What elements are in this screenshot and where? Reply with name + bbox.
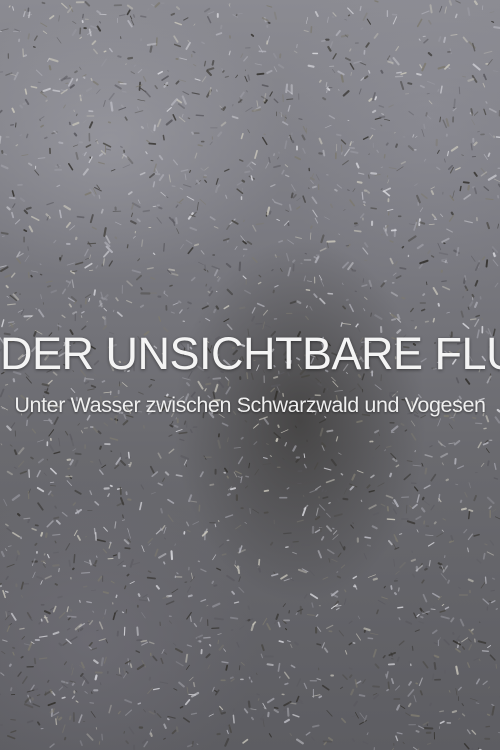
poster: DER UNSICHTBARE FLUSS Unter Wasser zwisc… (0, 0, 500, 750)
poster-subtitle: Unter Wasser zwischen Schwarzwald und Vo… (14, 393, 486, 417)
title-block: DER UNSICHTBARE FLUSS Unter Wasser zwisc… (0, 328, 500, 420)
poster-title: DER UNSICHTBARE FLUSS (0, 328, 500, 379)
